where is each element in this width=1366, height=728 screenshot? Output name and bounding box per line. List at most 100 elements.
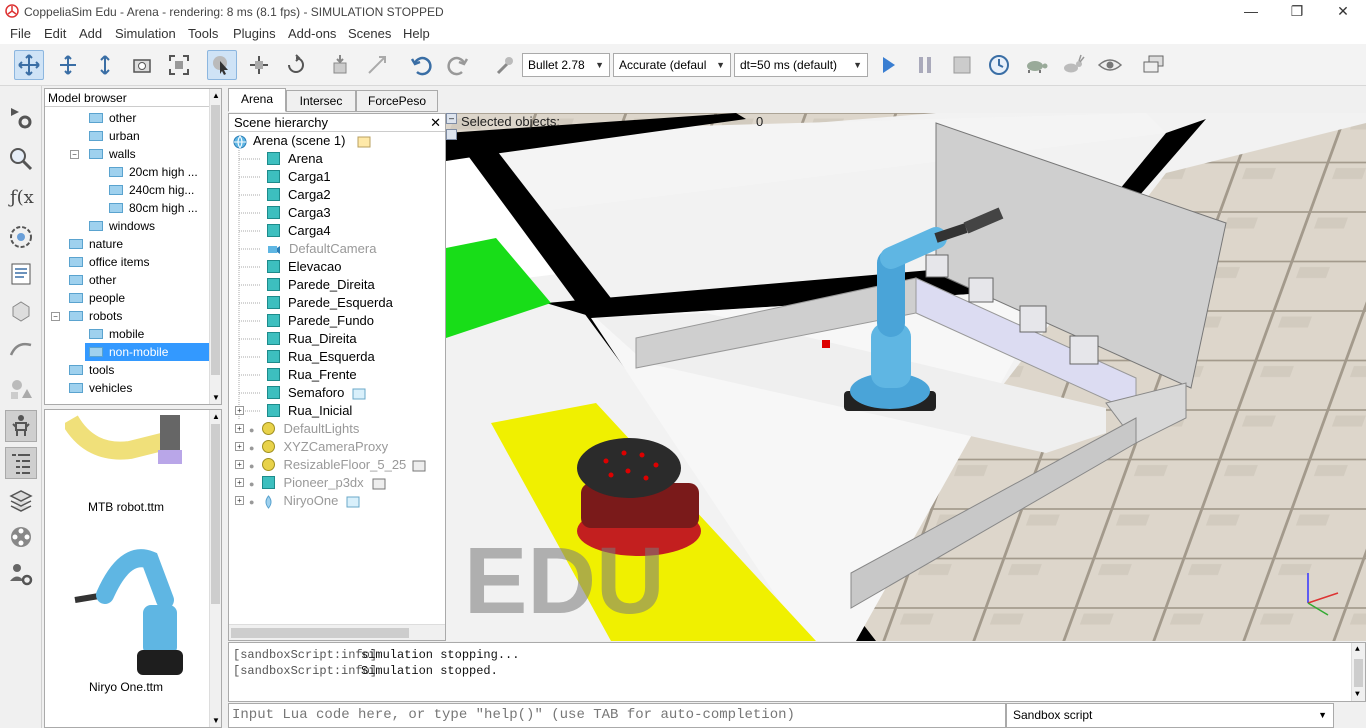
script-context-select[interactable]: Sandbox script ▼	[1006, 703, 1334, 728]
simulation-settings-button[interactable]	[5, 102, 37, 134]
physics-engine-select[interactable]: Bullet 2.78 ▼	[522, 53, 610, 77]
console-scrollbar[interactable]: ▲ ▼	[1351, 643, 1365, 701]
model-folder-walls[interactable]: walls	[89, 145, 136, 163]
scroll-thumb[interactable]	[211, 105, 220, 375]
scene-viewport[interactable]: EDU – Selected objects: 0	[446, 113, 1366, 641]
menu-scenes[interactable]: Scenes	[348, 26, 391, 41]
model-folder-80cm-high[interactable]: 80cm high ...	[109, 199, 198, 217]
model-tree-scrollbar[interactable]: ▲ ▼	[209, 89, 221, 404]
expand-pioneer-toggle[interactable]: +	[235, 478, 244, 487]
view-options-button[interactable]	[446, 129, 457, 140]
collections-button[interactable]	[5, 221, 37, 253]
model-folder-nature[interactable]: nature	[69, 235, 123, 253]
scroll-thumb[interactable]	[231, 628, 409, 638]
hier-item-niryoone[interactable]: ● NiryoOne	[249, 492, 360, 510]
page-selector-button[interactable]	[1139, 50, 1169, 80]
model-folder-office-items[interactable]: office items	[69, 253, 149, 271]
hier-item-rua-frente[interactable]: Rua_Frente	[267, 366, 357, 384]
model-folder-other-top[interactable]: other	[69, 271, 116, 289]
scene-hierarchy-toggle-button[interactable]	[5, 447, 37, 479]
hier-item-pioneer-p3dx[interactable]: ● Pioneer_p3dx	[249, 474, 386, 492]
model-folder-robots[interactable]: robots	[69, 307, 122, 325]
hier-item-rua-direita[interactable]: Rua_Direita	[267, 330, 357, 348]
object-properties-button[interactable]	[5, 143, 37, 175]
thumbnails-scrollbar[interactable]: ▲ ▼	[209, 410, 221, 727]
lua-command-input[interactable]: Input Lua code here, or type "help()" (u…	[228, 703, 1006, 728]
hier-item-carga1[interactable]: Carga1	[267, 168, 331, 186]
menu-plugins[interactable]: Plugins	[233, 26, 276, 41]
hier-item-rua-inicial[interactable]: Rua_Inicial	[267, 402, 352, 420]
redo-button[interactable]	[443, 50, 473, 80]
expand-defaultlights-toggle[interactable]: +	[235, 424, 244, 433]
expand-resizablefloor-toggle[interactable]: +	[235, 460, 244, 469]
hier-item-carga2[interactable]: Carga2	[267, 186, 331, 204]
tab-arena[interactable]: Arena	[228, 88, 286, 112]
niryo-one-thumbnail[interactable]	[65, 545, 195, 685]
video-recorder-button[interactable]	[5, 521, 37, 553]
shape-edit-button[interactable]	[5, 295, 37, 327]
expand-rua-inicial-toggle[interactable]: +	[235, 406, 244, 415]
hier-item-rua-esquerda[interactable]: Rua_Esquerda	[267, 348, 375, 366]
close-panel-icon[interactable]: ✕	[430, 114, 441, 131]
camera-shift-button[interactable]	[90, 50, 120, 80]
maximize-button[interactable]: ❐	[1274, 0, 1320, 24]
expand-xyzcameraproxy-toggle[interactable]: +	[235, 442, 244, 451]
expand-niryoone-toggle[interactable]: +	[235, 496, 244, 505]
model-folder-other[interactable]: other	[89, 109, 136, 127]
collapse-walls-toggle[interactable]: −	[70, 150, 79, 159]
selection-button[interactable]	[5, 373, 37, 405]
click-selection-button[interactable]	[207, 50, 237, 80]
hier-item-parede-fundo[interactable]: Parede_Fundo	[267, 312, 374, 330]
pause-simulation-button[interactable]	[910, 50, 940, 80]
camera-rotate-button[interactable]	[53, 50, 83, 80]
menu-simulation[interactable]: Simulation	[115, 26, 176, 41]
collapse-view-button[interactable]: –	[446, 113, 457, 124]
visualization-toggle-button[interactable]	[1095, 50, 1125, 80]
tab-forcepeso[interactable]: ForcePeso	[356, 90, 438, 112]
hier-item-elevacao[interactable]: Elevacao	[267, 258, 341, 276]
camera-angle-button[interactable]	[127, 50, 157, 80]
menu-file[interactable]: File	[10, 26, 31, 41]
model-folder-vehicles[interactable]: vehicles	[69, 379, 132, 397]
hier-item-defaultcamera[interactable]: DefaultCamera	[267, 240, 376, 258]
model-browser-toggle-button[interactable]	[5, 410, 37, 442]
collapse-robots-toggle[interactable]: −	[51, 312, 60, 321]
realtime-button[interactable]	[984, 50, 1014, 80]
path-edit-button[interactable]	[5, 332, 37, 364]
menu-add[interactable]: Add	[79, 26, 102, 41]
model-folder-mobile[interactable]: mobile	[89, 325, 144, 343]
hier-item-semaforo[interactable]: Semaforo	[267, 384, 366, 402]
menu-edit[interactable]: Edit	[44, 26, 66, 41]
calculation-modules-button[interactable]: ƒ(x)	[5, 180, 37, 212]
hier-item-defaultlights[interactable]: ● DefaultLights	[249, 420, 359, 438]
scroll-thumb[interactable]	[1354, 659, 1363, 687]
menu-tools[interactable]: Tools	[188, 26, 218, 41]
tab-intersec[interactable]: Intersec	[286, 90, 356, 112]
scene-render[interactable]: EDU	[446, 113, 1366, 641]
scene-root[interactable]: Arena (scene 1)	[233, 132, 371, 150]
layers-button[interactable]	[5, 484, 37, 516]
hier-item-parede-esquerda[interactable]: Parede_Esquerda	[267, 294, 393, 312]
timestep-select[interactable]: dt=50 ms (default) ▼	[734, 53, 868, 77]
hier-item-xyzcameraproxy[interactable]: ● XYZCameraProxy	[249, 438, 388, 456]
dynamics-toggle-button[interactable]	[490, 50, 520, 80]
hierarchy-hscrollbar[interactable]	[229, 624, 445, 640]
object-shift-button[interactable]	[244, 50, 274, 80]
assemble-button[interactable]	[325, 50, 355, 80]
model-folder-20cm-high[interactable]: 20cm high ...	[109, 163, 198, 181]
slow-down-button[interactable]	[1021, 50, 1051, 80]
minimize-button[interactable]: —	[1228, 0, 1274, 24]
fit-to-view-button[interactable]	[164, 50, 194, 80]
model-folder-windows[interactable]: windows	[89, 217, 155, 235]
close-window-button[interactable]: ✕	[1320, 0, 1366, 24]
scripts-button[interactable]	[5, 258, 37, 290]
mtb-robot-thumbnail[interactable]	[65, 410, 195, 480]
transfer-dna-button[interactable]	[362, 50, 392, 80]
speed-up-button[interactable]	[1058, 50, 1088, 80]
hier-item-parede-direita[interactable]: Parede_Direita	[267, 276, 375, 294]
hier-item-resizablefloor[interactable]: ● ResizableFloor_5_25	[249, 456, 426, 474]
model-folder-non-mobile[interactable]: non-mobile	[85, 343, 209, 361]
scroll-thumb[interactable]	[211, 424, 220, 604]
camera-pan-button[interactable]	[14, 50, 44, 80]
model-folder-tools[interactable]: tools	[69, 361, 114, 379]
